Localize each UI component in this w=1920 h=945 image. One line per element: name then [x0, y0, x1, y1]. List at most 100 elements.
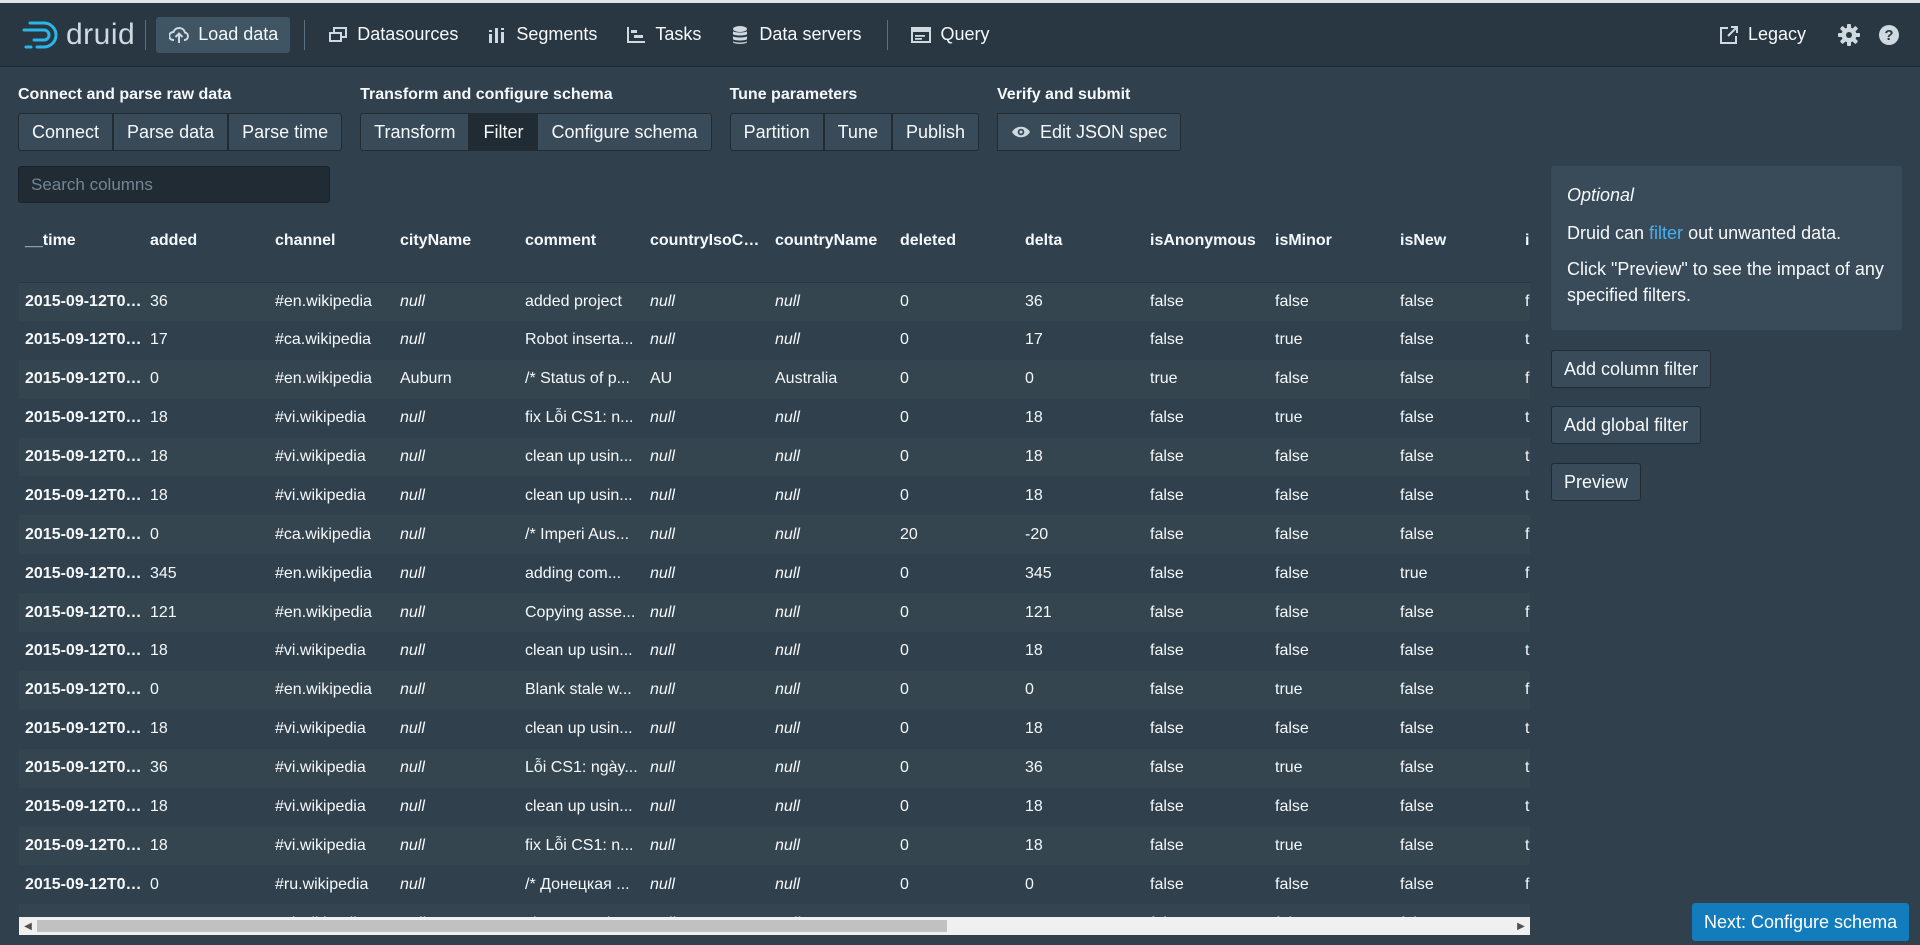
table-cell: null [650, 564, 675, 582]
step-transform-button[interactable]: Transform [360, 113, 470, 151]
nav-legacy[interactable]: Legacy [1706, 17, 1818, 53]
gear-icon[interactable] [1836, 22, 1862, 48]
table-cell: null [775, 448, 800, 465]
table-cell: null [400, 525, 425, 543]
table-cell: false [1525, 525, 1530, 543]
edit-json-spec-button[interactable]: Edit JSON spec [997, 113, 1182, 151]
step-publish-button[interactable]: Publish [891, 113, 980, 151]
nav-data-servers[interactable]: Data servers [717, 17, 873, 53]
table-row: 2015-09-12T00:47:00.496Z 17 #ca.wikipedia n… [19, 320, 1530, 360]
column-header[interactable]: added [144, 222, 269, 283]
nav-segments-label: Segments [516, 24, 598, 44]
table-cell: #en.wikipedia [275, 603, 372, 621]
nav-datasources[interactable]: Datasources [315, 17, 470, 53]
table-cell: added project [525, 292, 622, 310]
table-cell: 18 [1025, 448, 1043, 465]
table-cell: false [1525, 681, 1530, 699]
scroll-right-arrow-icon[interactable]: ▶ [1512, 917, 1530, 935]
table-cell: false [1525, 603, 1530, 621]
next-configure-schema-button[interactable]: Next: Configure schema [1692, 903, 1910, 941]
table-cell: true [1525, 759, 1530, 777]
column-header[interactable]: cityName [394, 222, 519, 283]
table-cell: 0 [900, 486, 909, 504]
table-cell: false [1150, 681, 1184, 699]
scroll-left-arrow-icon[interactable]: ◀ [19, 917, 37, 935]
nav-segments[interactable]: Segments [474, 17, 609, 53]
table-row: 2015-09-12T00:47:33.040Z 18 #vi.wikipedia n… [19, 709, 1530, 749]
help-icon[interactable]: ? [1876, 22, 1902, 48]
scrollbar-thumb[interactable] [37, 920, 947, 932]
table-cell: 18 [1025, 409, 1043, 427]
step-group-title: Tune parameters [729, 86, 858, 103]
column-header[interactable]: __time [19, 222, 144, 283]
column-header[interactable]: channel [269, 222, 394, 283]
table-cell: null [775, 759, 800, 777]
search-columns-input[interactable] [18, 166, 330, 203]
table-cell: false [1150, 642, 1184, 660]
preview-button[interactable]: Preview [1551, 463, 1642, 501]
add-column-filter-button[interactable]: Add column filter [1551, 350, 1712, 388]
nav-query[interactable]: Query [898, 17, 1001, 53]
table-row: 2015-09-12T00:47:29.913Z 0 #en.wikipedia nu… [19, 670, 1530, 710]
table-cell: 36 [150, 292, 168, 310]
table-row: 2015-09-12T00:47:46.767Z 0 #ru.wikipedia nu… [19, 865, 1530, 905]
table-cell: clean up usin... [525, 448, 633, 465]
table-body: 2015-09-12T00:46:58.771Z 36 #en.wikipedia n… [19, 282, 1530, 917]
table-cell: false [1150, 759, 1184, 777]
druid-logo[interactable]: druid [22, 15, 135, 55]
top-navbar: druid Load data Datasources Segments Tas… [0, 0, 1920, 66]
gantt-icon [625, 24, 647, 46]
nav-tasks[interactable]: Tasks [613, 17, 713, 53]
table-cell: null [775, 836, 800, 854]
table-cell: 2015-09-12T00:47:35.005Z [25, 759, 144, 777]
column-header[interactable]: countryName [769, 222, 894, 283]
column-header[interactable]: delta [1019, 222, 1144, 283]
column-header[interactable]: isMinor [1269, 222, 1394, 283]
column-header[interactable]: deleted [894, 222, 1019, 283]
column-header[interactable]: isNew [1394, 222, 1519, 283]
table-cell: 17 [1025, 331, 1043, 349]
table-cell: 18 [150, 486, 168, 504]
table-cell: 18 [150, 720, 168, 738]
table-row: 2015-09-12T00:47:19.591Z 345 #en.wikipedia… [19, 554, 1530, 594]
table-cell: /* Imperi Aus... [525, 525, 630, 543]
table-cell: 36 [1025, 292, 1043, 310]
table-cell: false [1269, 904, 1394, 917]
table-cell: 18 [1025, 486, 1043, 504]
table-cell: 121 [150, 603, 177, 621]
table-cell: 17 [150, 331, 168, 349]
table-cell: #vi.wikipedia [275, 642, 366, 660]
column-header[interactable]: comment [519, 222, 644, 283]
column-header[interactable]: isRobot [1519, 222, 1530, 283]
nav-query-label: Query [940, 24, 990, 44]
column-header[interactable]: isAnonymous [1144, 222, 1269, 283]
table-cell: clean up usin... [525, 798, 633, 816]
table-cell: false [1400, 331, 1434, 349]
step-parse-time-button[interactable]: Parse time [228, 113, 343, 151]
table-cell: 2015-09-12T00:47:19.591Z [25, 564, 144, 582]
table-cell: false [1275, 720, 1309, 738]
column-header[interactable]: countryIsoCode [644, 222, 769, 283]
table-cell: null [650, 836, 675, 854]
table-cell: clean up usin... [519, 904, 644, 917]
table-cell: 0 [1025, 681, 1034, 699]
step-parse-data-button[interactable]: Parse data [113, 113, 229, 151]
nav-load-data[interactable]: Load data [156, 16, 291, 53]
step-connect-button[interactable]: Connect [18, 113, 114, 151]
add-global-filter-button[interactable]: Add global filter [1551, 406, 1702, 444]
table-cell: Australia [775, 370, 838, 388]
step-configure-schema-button[interactable]: Configure schema [537, 113, 712, 151]
segments-icon [486, 24, 508, 46]
table-cell: true [1525, 486, 1530, 504]
step-filter-button[interactable]: Filter [469, 113, 538, 151]
horizontal-scrollbar[interactable]: ◀ ▶ [19, 917, 1530, 935]
table-cell: true [1525, 798, 1530, 816]
step-partition-button[interactable]: Partition [729, 113, 824, 151]
table-cell: 2015-09-12T00:46:58.771Z [25, 292, 144, 310]
filter-doc-link[interactable]: filter [1649, 223, 1683, 243]
table-cell: 0 [900, 642, 909, 660]
nav-load-data-label: Load data [198, 24, 279, 44]
step-tune-button[interactable]: Tune [823, 113, 892, 151]
table-cell: null [644, 904, 769, 917]
table-row: 2015-09-12T00:47:35.005Z 36 #vi.wikipedia n… [19, 748, 1530, 788]
